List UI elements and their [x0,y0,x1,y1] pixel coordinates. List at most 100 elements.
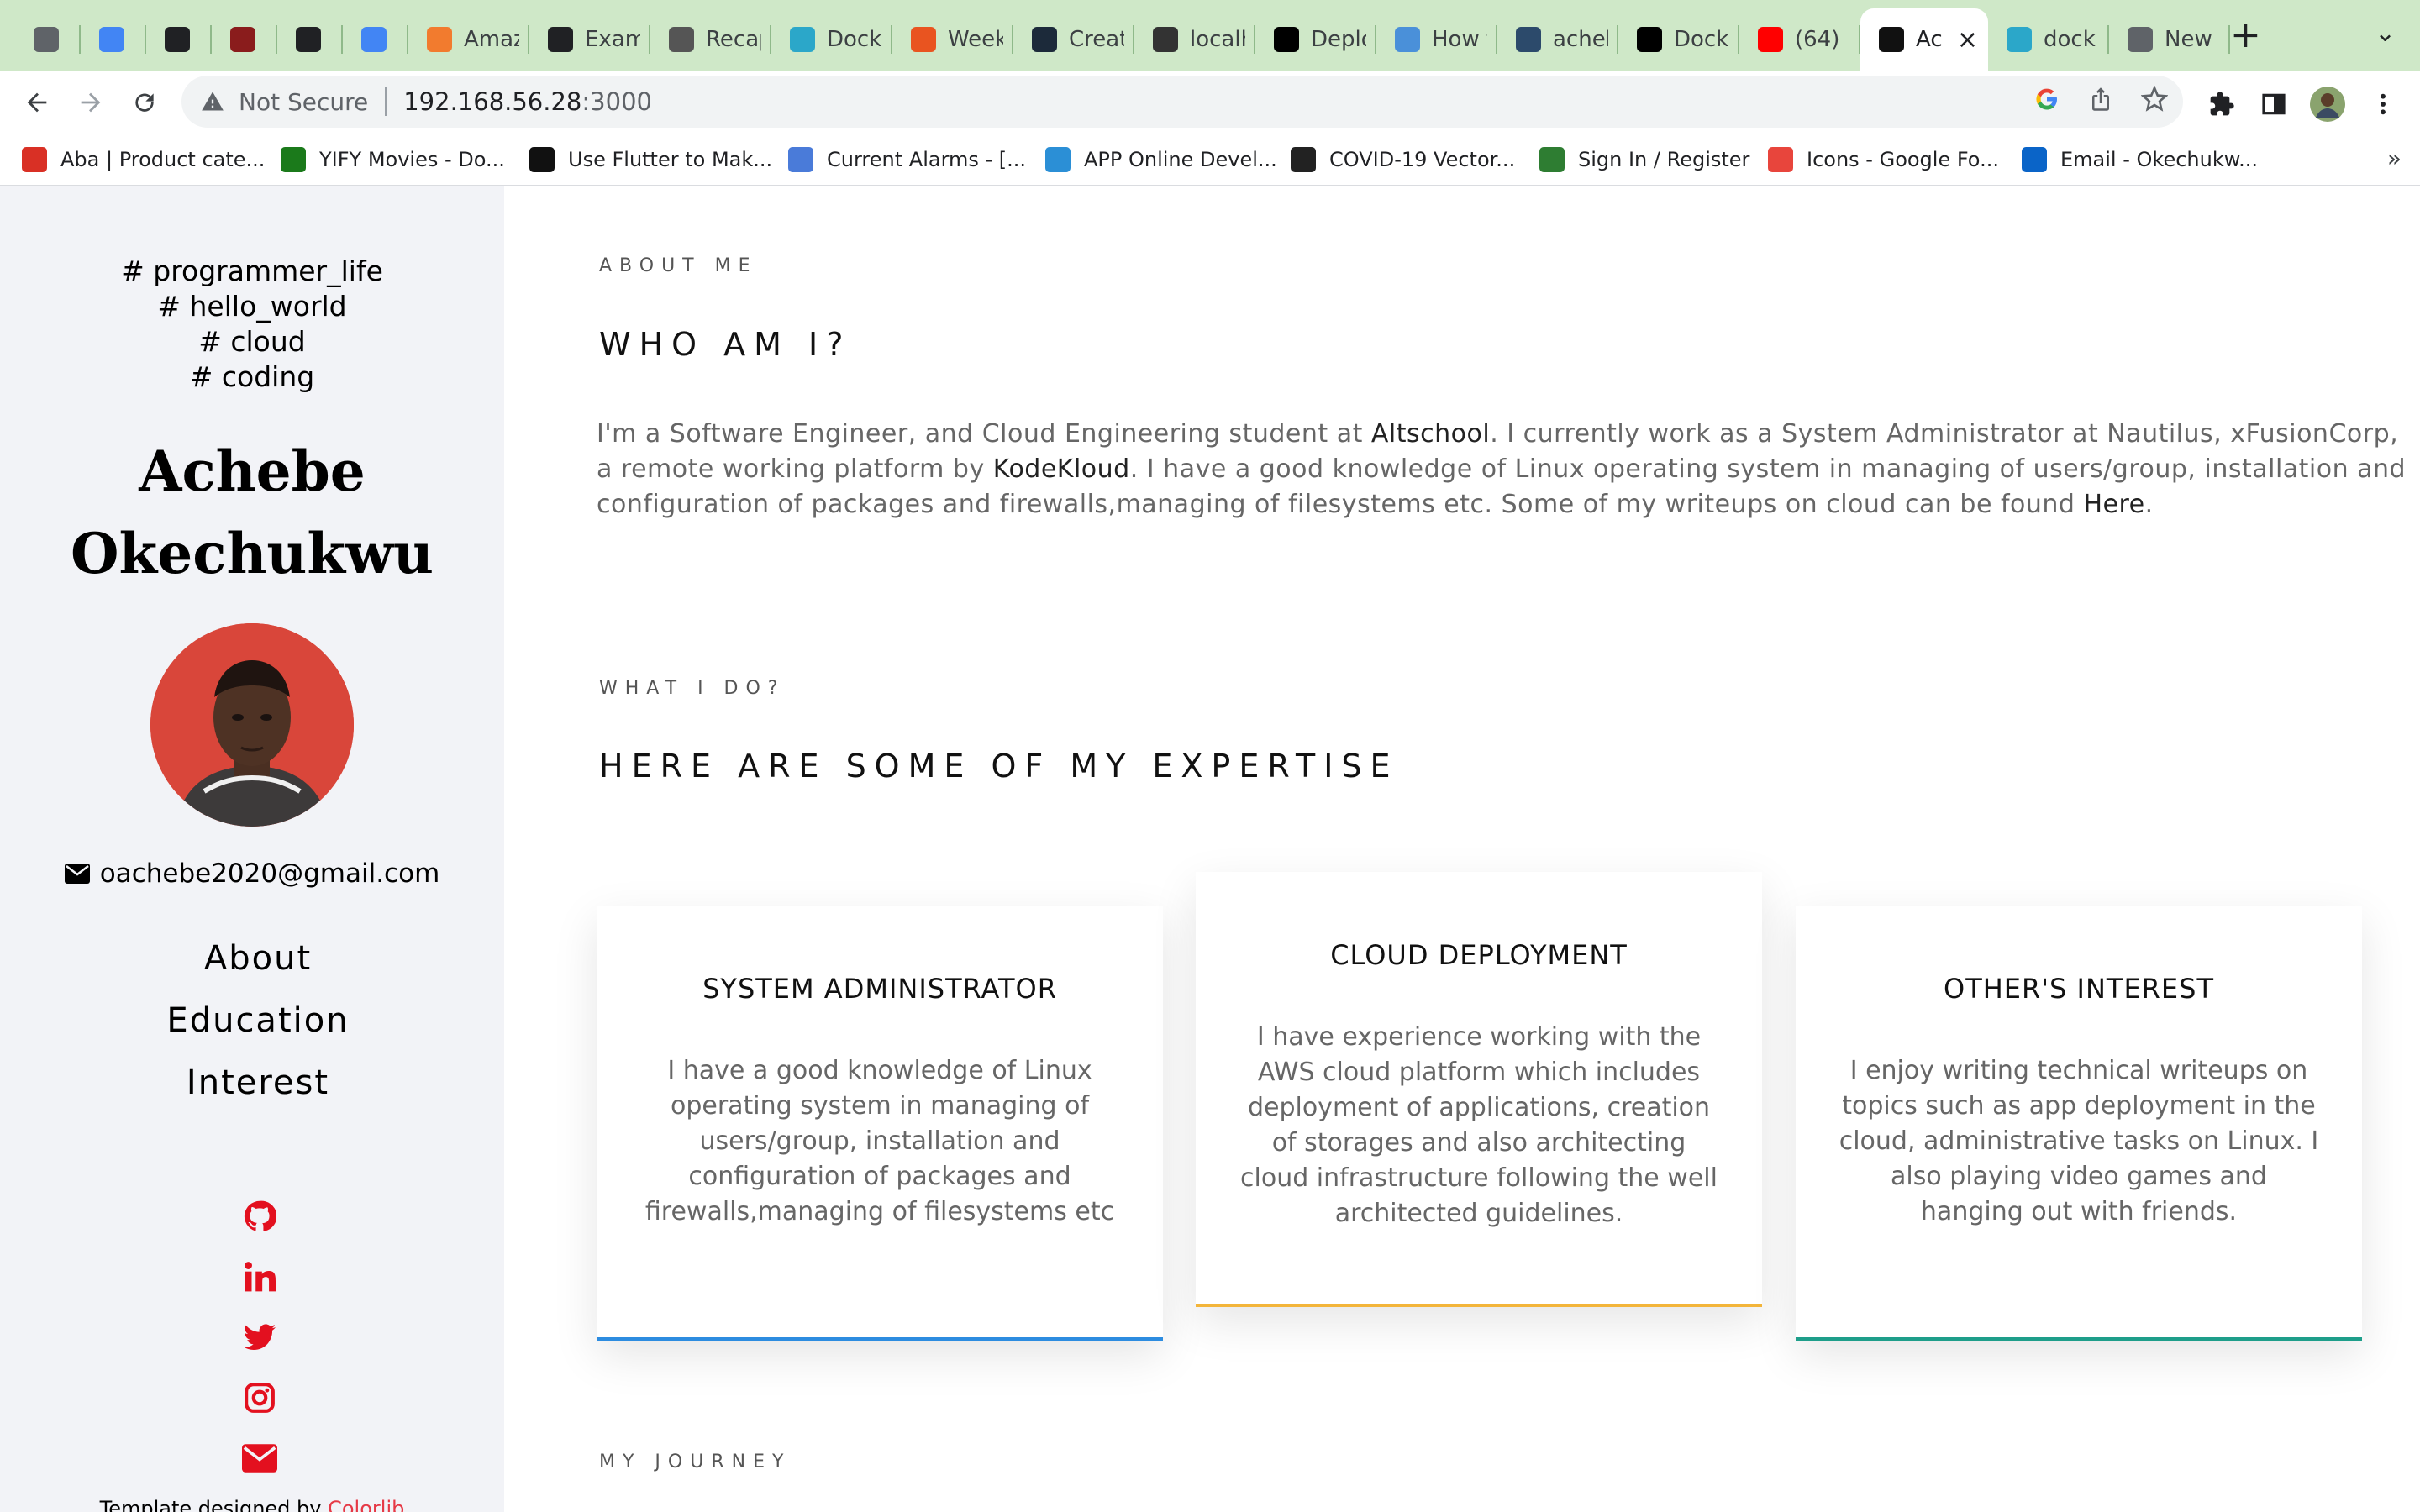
card-accent-line [597,1337,1163,1341]
browser-tab[interactable]: acheb [1497,8,1618,71]
arrow-right-icon [81,92,101,113]
browser-tab[interactable]: localh [1134,8,1255,71]
url-text[interactable]: 192.168.56.28:3000 [403,87,652,116]
browser-tab[interactable] [15,8,81,71]
browser-tab[interactable]: Recap [650,8,771,71]
bookmarks-overflow-icon[interactable]: » [2387,144,2402,172]
back-button[interactable] [17,82,57,123]
tab-title: Deplo [1311,27,1366,52]
medium-icon [1274,27,1299,52]
twitter-link[interactable] [8,1307,512,1368]
browser-icon [34,27,59,52]
site-icon [1879,27,1904,52]
bookmark-label: Sign In / Register [1578,148,1750,171]
browser-tab[interactable] [81,8,146,71]
browser-tab[interactable]: dock [1988,8,2109,71]
browser-tab[interactable]: Dock [1618,8,1739,71]
bookmark-label: Current Alarms - [... [827,148,1027,171]
forward-button[interactable] [71,82,111,123]
bookmark-item[interactable]: Use Flutter to Mak... [529,144,772,175]
bookmark-item[interactable]: Aba | Product cate... [22,144,265,175]
writeups-link[interactable]: Here [2083,490,2144,519]
bookmark-item[interactable]: YIFY Movies - Do... [281,144,505,175]
security-label[interactable]: Not Secure [239,88,368,116]
star-icon[interactable] [2138,82,2171,116]
altschool-link[interactable]: Altschool [1371,419,1490,449]
nav-item-about[interactable]: About [12,927,504,990]
close-tab-icon[interactable]: × [1957,25,1978,55]
react-icon [1032,27,1057,52]
browser-tab[interactable]: Exam [529,8,650,71]
new-tab-icon[interactable]: + [2230,17,2261,54]
about-paragraph: I'm a Software Engineer, and Cloud Engin… [597,417,2412,522]
bookmark-label: Aba | Product cate... [60,148,266,171]
covid-icon [1291,147,1316,172]
bookmark-label: APP Online Devel... [1084,148,1277,171]
ubuntu-icon [911,27,936,52]
nav-item-interest[interactable]: Interest [12,1052,504,1114]
reload-icon [135,93,154,112]
email-contact[interactable]: oachebe2020@gmail.com [0,858,504,889]
yify-icon [281,147,306,172]
bookmark-item[interactable]: Email - Okechukw... [2022,144,2258,175]
credit-link[interactable]: Colorlib [328,1497,404,1512]
tab-strip: Amaz Exam Recap Dock Week Creat localh Deplo How… [0,0,2420,71]
aba-icon [22,147,47,172]
email-link[interactable] [8,1428,512,1488]
globe-icon [296,27,321,52]
browser-tab[interactable]: Week [892,8,1013,71]
browser-tab[interactable] [343,8,408,71]
tab-title: Amaz [464,27,519,52]
tab-search-icon[interactable]: ⌄ [2375,18,2396,48]
browser-tab[interactable]: Creat [1013,8,1134,71]
warning-icon[interactable] [200,89,225,114]
bookmark-item[interactable]: APP Online Devel... [1045,144,1277,175]
template-credit: Template designed by Colorlib [0,1497,504,1512]
tab-title: New [2165,27,2212,52]
browser-tab[interactable]: (64) [1739,8,1860,71]
bookmark-item[interactable]: Icons - Google Fo... [1768,144,1999,175]
address-bar[interactable]: Not Secure 192.168.56.28:3000 [182,76,2183,128]
github-link[interactable] [8,1186,512,1247]
browser-tab[interactable]: Ac × [1860,8,1988,71]
bookmark-item[interactable]: Sign In / Register [1539,144,1749,175]
name-first: Achebe [139,438,366,504]
bookmark-item[interactable]: COVID-19 Vector... [1291,144,1515,175]
browser-tab[interactable]: Amaz [408,8,529,71]
browser-tab[interactable]: Deplo [1255,8,1376,71]
browser-tab[interactable] [212,8,277,71]
browser-toolbar: Not Secure 192.168.56.28:3000 [0,71,2420,134]
linkedin-link[interactable] [8,1247,512,1307]
more-menu-icon[interactable] [2365,86,2402,123]
browser-tab[interactable]: How t [1376,8,1497,71]
hashtag: # programmer_life [121,255,383,287]
nav-item-education[interactable]: Education [12,990,504,1052]
browser-tab[interactable] [146,8,212,71]
expertise-eyebrow: WHAT I DO? [599,678,786,699]
bookmark-label: Email - Okechukw... [2060,148,2259,171]
instagram-link[interactable] [8,1368,512,1428]
google-lens-icon[interactable] [2030,82,2064,116]
browser-tab[interactable] [277,8,343,71]
bookmark-item[interactable]: Current Alarms - [... [788,144,1026,175]
reload-button[interactable] [124,82,165,123]
about-eyebrow: ABOUT ME [599,255,758,276]
browser-tab[interactable]: New [2109,8,2230,71]
site-owner-name[interactable]: Achebe Okechukwu [0,430,504,595]
kodekloud-link[interactable]: KodeKloud [993,454,1130,484]
tab-title: Week [948,27,1003,52]
github-icon [548,27,573,52]
url-host: 192.168.56.28 [403,87,582,116]
linkedin-icon [245,1262,276,1292]
envelope-icon [64,864,90,884]
card-title: OTHER'S INTEREST [1944,973,2214,1005]
browser-tab[interactable]: Dock [771,8,892,71]
side-panel-icon[interactable] [2255,86,2292,123]
extensions-icon[interactable] [2203,86,2240,123]
tab-title: dock [2044,27,2096,52]
tab-title: acheb [1553,27,1608,52]
share-icon[interactable] [2084,82,2118,116]
card-body: I enjoy writing technical writeups on to… [1839,1056,2319,1226]
infinity-icon [1395,27,1420,52]
profile-avatar[interactable] [2309,86,2346,123]
